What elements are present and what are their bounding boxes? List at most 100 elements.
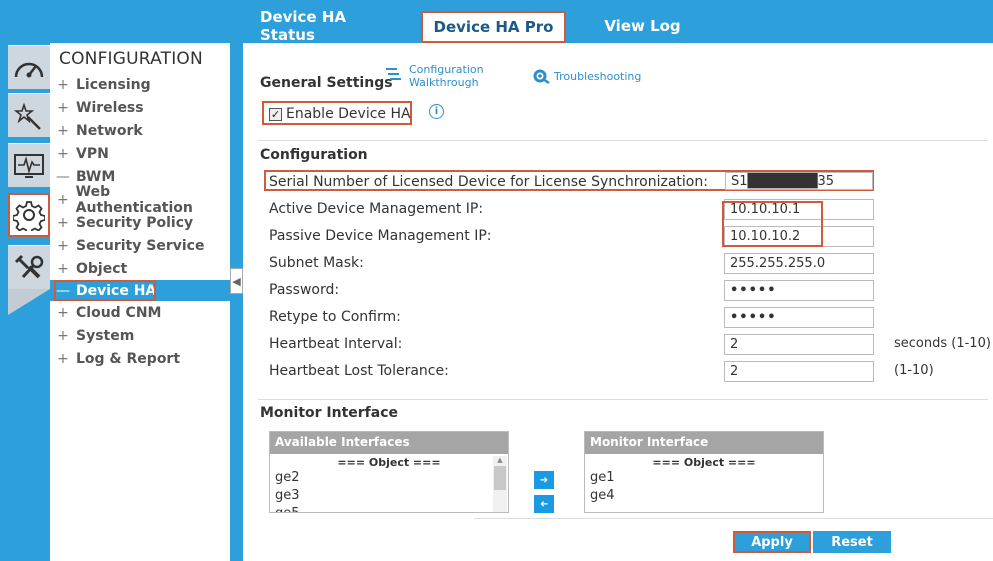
menu-item-label: Security Service (76, 237, 205, 254)
menu-item-network[interactable]: + Network (50, 120, 230, 141)
configuration-walkthrough-link[interactable]: Configuration Walkthrough (385, 63, 484, 89)
configuration-title: Configuration (260, 147, 368, 163)
list-item[interactable]: ge1 (585, 469, 823, 487)
expand-icon: + (57, 327, 69, 344)
available-interfaces-list[interactable]: Available Interfaces === Object === ge2 … (269, 431, 509, 513)
tab-device-ha-pro[interactable]: Device HA Pro (421, 11, 566, 43)
heartbeat-lost-label: Heartbeat Lost Tolerance: (269, 363, 449, 379)
app-window: Device HA Status Device HA Pro View Log … (0, 0, 993, 561)
password-label: Password: (269, 282, 340, 298)
heartbeat-lost-input[interactable]: 2 (724, 361, 874, 382)
troubleshooting-label: Troubleshooting (554, 69, 642, 83)
menu-item-security-policy[interactable]: + Security Policy (50, 212, 230, 233)
chevron-left-icon: ◀ (232, 274, 241, 288)
expand-icon: + (57, 304, 69, 321)
dashboard-icon[interactable] (8, 45, 50, 89)
general-settings-title: General Settings (260, 75, 393, 91)
menu-item-system[interactable]: + System (50, 325, 230, 346)
list-scrollbar[interactable]: ▲ (493, 456, 507, 512)
add-interface-button[interactable]: ➜ (534, 471, 554, 489)
menu-item-security-service[interactable]: + Security Service (50, 235, 230, 256)
active-ip-label: Active Device Management IP: (269, 201, 484, 217)
expand-icon: + (57, 145, 69, 162)
tab-device-ha-status[interactable]: Device HA Status (260, 8, 405, 44)
menu-item-label: VPN (76, 145, 109, 162)
serial-number-input[interactable]: S1███████35 (725, 172, 873, 190)
troubleshooting-link[interactable]: Troubleshooting (532, 68, 641, 84)
menu-item-label: Web Authentication (75, 183, 193, 216)
list-item[interactable]: ge3 (270, 487, 508, 505)
top-tab-bar: Device HA Status Device HA Pro View Log (0, 0, 993, 44)
monitor-interface-list[interactable]: Monitor Interface === Object === ge1 ge4 (584, 431, 824, 513)
password-input[interactable]: ••••• (724, 280, 874, 301)
menu-item-label: Wireless (76, 99, 144, 116)
menu-item-vpn[interactable]: + VPN (50, 143, 230, 164)
menu-item-object[interactable]: + Object (50, 258, 230, 279)
retype-password-input[interactable]: ••••• (724, 307, 874, 328)
monitor-group-label: === Object === (652, 456, 756, 469)
section-divider (258, 140, 988, 141)
wizard-icon[interactable] (8, 93, 50, 137)
settings-gear-icon[interactable] (8, 193, 50, 237)
enable-device-ha-label: Enable Device HA (286, 106, 411, 122)
menu-item-label: Security Policy (76, 214, 194, 231)
expand-icon: + (57, 214, 69, 231)
menu-divider-strip (230, 43, 243, 561)
arrow-right-icon: ➜ (539, 474, 549, 486)
menu-item-label: Object (76, 260, 128, 277)
expand-icon: + (57, 237, 69, 254)
walkthrough-line-2: Walkthrough (409, 76, 479, 89)
main-content: General Settings Configuration Walkthroug… (243, 43, 993, 561)
maintenance-tools-icon[interactable] (8, 245, 50, 289)
menu-item-label: Log & Report (76, 350, 181, 367)
configuration-menu: CONFIGURATION + Licensing + Wireless + Netw… (50, 43, 230, 561)
list-item[interactable]: ge4 (585, 487, 823, 505)
tab-view-log[interactable]: View Log (590, 10, 695, 42)
menu-item-cloud-cnm[interactable]: + Cloud CNM (50, 302, 230, 323)
available-interfaces-header: Available Interfaces (270, 432, 508, 454)
menu-item-label: Cloud CNM (76, 304, 162, 321)
menu-item-log-report[interactable]: + Log & Report (50, 348, 230, 369)
menu-item-wireless[interactable]: + Wireless (50, 97, 230, 118)
subnet-label: Subnet Mask: (269, 255, 364, 271)
walkthrough-line-1: Configuration (409, 63, 484, 76)
monitor-interface-title: Monitor Interface (260, 405, 399, 421)
section-divider (258, 399, 988, 400)
menu-item-device-ha[interactable]: — Device HA (50, 280, 230, 301)
menu-item-licensing[interactable]: + Licensing (50, 74, 230, 95)
reset-button[interactable]: Reset (813, 531, 891, 553)
remove-interface-button[interactable]: ➜ (534, 495, 554, 513)
monitor-icon[interactable] (8, 143, 50, 187)
available-group-label: === Object === (337, 456, 441, 469)
footer-divider (474, 518, 993, 519)
expand-icon: + (57, 260, 69, 277)
menu-item-web-authentication[interactable]: + Web Authentication (50, 184, 230, 216)
walkthrough-icon (386, 68, 401, 80)
heartbeat-interval-input[interactable]: 2 (724, 334, 874, 355)
ip-highlight-box (722, 201, 823, 247)
heartbeat-interval-label: Heartbeat Interval: (269, 336, 403, 352)
heartbeat-lost-hint: (1-10) (894, 363, 934, 378)
expand-icon: + (57, 350, 69, 367)
list-item[interactable]: ge2 (270, 469, 508, 487)
monitor-interface-header: Monitor Interface (585, 432, 823, 454)
menu-item-label: Network (76, 122, 143, 139)
list-item[interactable]: ge5 (270, 505, 508, 512)
menu-item-label: Licensing (76, 76, 151, 93)
expand-icon: + (57, 122, 69, 139)
passive-ip-label: Passive Device Management IP: (269, 228, 492, 244)
serial-label: Serial Number of Licensed Device for Lic… (269, 174, 708, 190)
gear-wrench-icon (533, 69, 550, 84)
collapse-icon: — (56, 168, 70, 185)
info-icon[interactable]: i (429, 104, 444, 119)
scroll-thumb[interactable] (494, 466, 506, 490)
collapse-menu-handle[interactable]: ◀ (230, 268, 243, 294)
enable-device-ha-checkbox[interactable]: ✓ (269, 107, 282, 121)
scroll-up-icon[interactable]: ▲ (493, 456, 507, 464)
apply-button[interactable]: Apply (733, 531, 811, 553)
subnet-mask-input[interactable]: 255.255.255.0 (724, 253, 874, 274)
menu-title: CONFIGURATION (59, 49, 203, 69)
retype-label: Retype to Confirm: (269, 309, 401, 325)
heartbeat-interval-hint: seconds (1-10) (894, 336, 991, 351)
expand-icon: + (56, 191, 69, 208)
